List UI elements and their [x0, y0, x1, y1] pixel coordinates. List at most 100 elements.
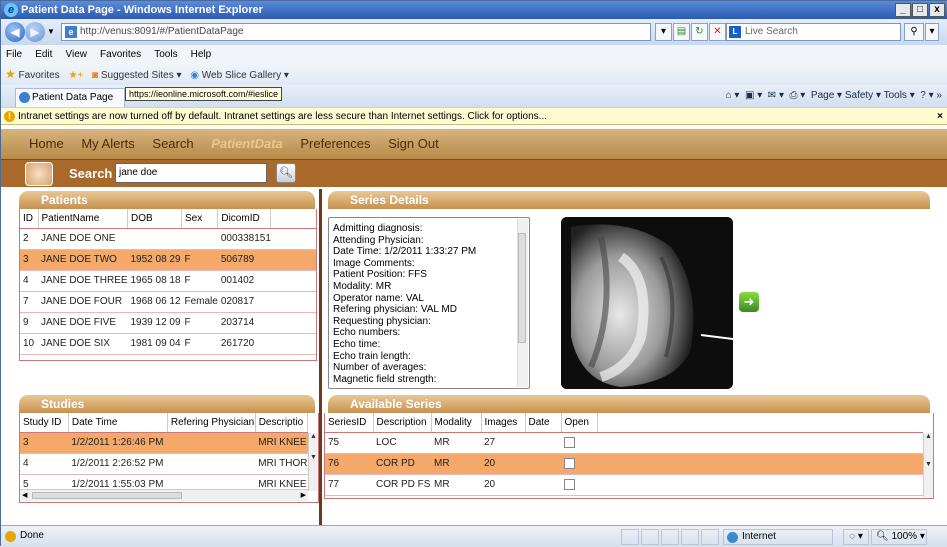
protected-mode-icon[interactable]: ◌ ▾ — [843, 529, 869, 545]
favorites-button[interactable]: ★ Favorites — [5, 63, 60, 87]
help-icon[interactable]: ? ▾ — [920, 90, 933, 101]
table-cell: 1952 08 29 — [127, 249, 182, 271]
search-options-icon[interactable]: ▾ — [925, 23, 939, 41]
back-arrow-icon[interactable]: ◀ — [5, 22, 25, 42]
scroll-thumb[interactable] — [32, 492, 182, 499]
open-checkbox[interactable] — [564, 478, 575, 490]
series-details-box[interactable]: Admitting diagnosis: Attending Physician:… — [328, 217, 530, 389]
table-row[interactable]: 4 JANE DOE THREE 1965 08 18 F 001402 — [20, 270, 316, 292]
status-cell — [621, 529, 639, 545]
command-bar[interactable]: ⌂ ▾ ▣ ▾ ✉ ▾ ⎙ ▾ Page ▾ Safety ▾ Tools ▾ … — [726, 88, 942, 104]
live-search-placeholder: Live Search — [745, 26, 798, 37]
column-header[interactable]: Sex — [181, 209, 219, 229]
column-header[interactable]: ID — [20, 209, 39, 229]
column-header[interactable]: Images — [481, 413, 526, 433]
table-cell: 203714 — [217, 312, 271, 334]
stop-icon[interactable]: ✕ — [709, 23, 726, 41]
patients-header: Patients — [19, 191, 315, 209]
forward-arrow-icon[interactable]: ▶ — [25, 22, 45, 42]
live-search-input[interactable]: L Live Search — [726, 23, 901, 41]
menu-view[interactable]: View — [65, 49, 87, 60]
refresh-icon[interactable]: ↻ — [691, 23, 708, 41]
url-input[interactable]: e http://venus:8091/#/PatientDataPage — [61, 23, 651, 41]
scroll-left-icon[interactable]: ◀ — [22, 491, 27, 499]
table-row[interactable]: 76 COR PD MR 20 — [325, 453, 923, 475]
search-label: Search — [69, 166, 113, 181]
compatibility-icon[interactable]: ▤ — [673, 23, 690, 41]
menu-help[interactable]: Help — [191, 49, 212, 60]
column-header[interactable]: Date Time — [68, 413, 168, 433]
url-text: http://venus:8091/#/PatientDataPage — [80, 26, 244, 37]
table-cell — [167, 432, 256, 454]
security-zone[interactable]: Internet — [723, 529, 833, 545]
minimize-button[interactable]: _ — [895, 3, 911, 17]
details-scroll-thumb[interactable] — [518, 233, 526, 343]
table-row[interactable]: 10 JANE DOE SIX 1981 09 04 F 261720 — [20, 333, 316, 355]
web-slice-gallery-link[interactable]: ◉ Web Slice Gallery ▾ — [190, 65, 289, 87]
column-header[interactable]: DicomID — [217, 209, 272, 229]
next-image-button[interactable]: ➜ — [739, 292, 759, 312]
zoom-control[interactable]: 🔍︎ 100% ▾ — [871, 529, 927, 545]
column-header[interactable]: DOB — [127, 209, 182, 229]
column-header[interactable]: Modality — [431, 413, 482, 433]
feeds-icon[interactable]: ▣ ▾ — [745, 90, 762, 101]
series-vertical-scrollbar[interactable]: ▲ ▼ — [923, 433, 933, 497]
history-dropdown-icon[interactable]: ▼ — [47, 27, 55, 36]
menu-favorites[interactable]: Favorites — [100, 49, 141, 60]
nav-preferences[interactable]: Preferences — [300, 136, 370, 151]
column-header[interactable]: Date — [525, 413, 562, 433]
mri-image[interactable] — [561, 217, 733, 389]
suggested-sites-link[interactable]: ◙ Suggested Sites ▾ — [92, 65, 181, 87]
search-icon[interactable]: ⚲ — [904, 23, 924, 41]
home-icon[interactable]: ⌂ ▾ — [726, 90, 740, 101]
infobar-text: Intranet settings are now turned off by … — [18, 111, 547, 122]
table-row[interactable]: 77 COR PD FS MR 20 — [325, 474, 923, 496]
information-bar[interactable]: ! Intranet settings are now turned off b… — [1, 107, 947, 125]
open-checkbox[interactable] — [564, 436, 575, 448]
maximize-button[interactable]: □ — [912, 3, 928, 17]
table-cell — [525, 432, 561, 454]
column-header[interactable]: PatientName — [38, 209, 128, 229]
close-button[interactable]: x — [929, 3, 945, 17]
table-row[interactable]: 4 1/2/2011 2:26:52 PM MRI THOR — [20, 453, 308, 475]
column-header[interactable]: Refering Physician — [167, 413, 256, 433]
details-scrollbar[interactable] — [517, 219, 528, 387]
table-row[interactable]: 3 1/2/2011 1:26:46 PM MRI KNEE — [20, 432, 308, 454]
nav-my-alerts[interactable]: My Alerts — [81, 136, 134, 151]
column-header[interactable]: Descriptio — [255, 413, 309, 433]
tab-patient-data[interactable]: Patient Data Page — [15, 88, 125, 107]
mail-icon[interactable]: ✉ ▾ — [768, 90, 784, 101]
column-header[interactable]: Study ID — [20, 413, 69, 433]
panel-divider[interactable] — [319, 189, 322, 525]
patient-search-input[interactable]: jane doe — [115, 163, 267, 183]
studies-horizontal-scrollbar[interactable]: ◀ ▶ — [20, 489, 308, 501]
table-row[interactable]: 9 JANE DOE FIVE 1939 12 09 F 203714 — [20, 312, 316, 334]
url-dropdown-icon[interactable]: ▾ — [655, 23, 672, 41]
menu-file[interactable]: File — [6, 49, 22, 60]
open-checkbox[interactable] — [564, 457, 575, 469]
nav-patient-data[interactable]: PatientData — [211, 136, 283, 151]
scroll-right-icon[interactable]: ▶ — [301, 491, 306, 499]
command-menus[interactable]: Page ▾ Safety ▾ Tools ▾ — [811, 90, 915, 101]
studies-vertical-scrollbar[interactable]: ▲ ▼ — [308, 433, 318, 491]
table-cell: COR PD — [373, 453, 431, 475]
column-header[interactable]: Open — [561, 413, 598, 433]
table-cell: SAG STIR — [373, 495, 431, 498]
infobar-close-icon[interactable]: × — [937, 108, 943, 125]
add-favorite-icon[interactable]: ★+ — [68, 65, 83, 87]
nav-sign-out[interactable]: Sign Out — [388, 136, 439, 151]
table-row[interactable]: 2 JANE DOE ONE 000338151 — [20, 228, 316, 250]
column-header[interactable]: SeriesID — [325, 413, 374, 433]
menu-tools[interactable]: Tools — [154, 49, 177, 60]
search-button[interactable]: 🔍︎ — [276, 163, 296, 183]
zone-text: Internet — [742, 531, 776, 542]
column-header[interactable]: Description — [373, 413, 432, 433]
nav-search[interactable]: Search — [152, 136, 193, 151]
print-icon[interactable]: ⎙ ▾ — [790, 90, 806, 101]
table-row[interactable]: 3 JANE DOE TWO 1952 08 29 F 506789 — [20, 249, 316, 271]
table-row[interactable]: 7 JANE DOE FOUR 1968 06 12 Female 020817 — [20, 291, 316, 313]
table-row[interactable]: 78SAG STIRMR20 — [325, 495, 923, 498]
table-row[interactable]: 75 LOC MR 27 — [325, 432, 923, 454]
nav-home[interactable]: Home — [29, 136, 64, 151]
menu-edit[interactable]: Edit — [35, 49, 52, 60]
